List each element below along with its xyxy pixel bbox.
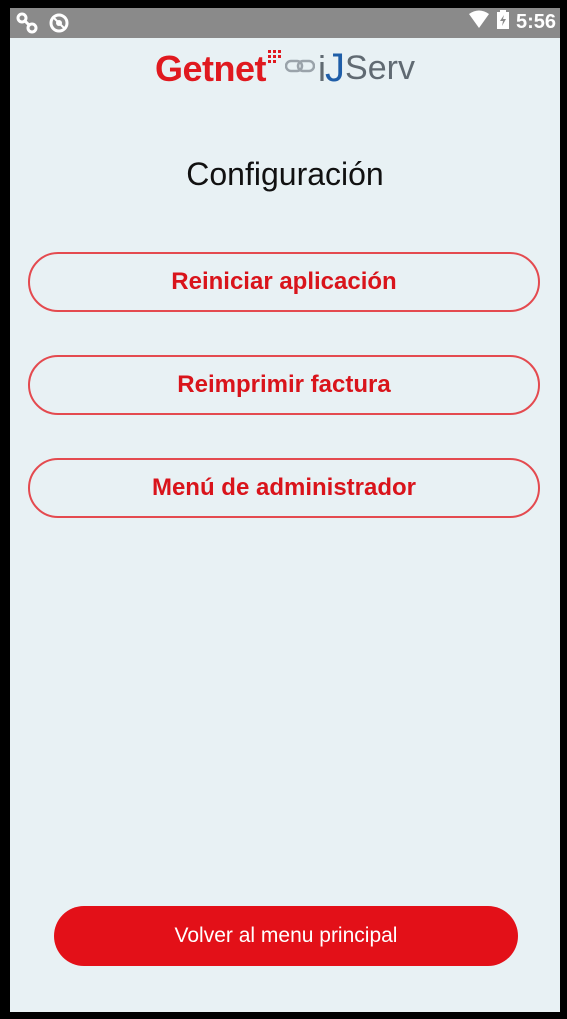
wifi-icon <box>468 10 490 35</box>
logo-getnet-text: Getnet <box>155 47 267 89</box>
brand-logo: Getnet i J Serv <box>10 46 560 91</box>
battery-icon <box>496 10 510 35</box>
logo-j-text: J <box>325 46 346 90</box>
reprint-invoice-button[interactable]: Reimprimir factura <box>28 355 540 415</box>
status-bar: 5:56 <box>10 8 560 38</box>
restart-app-button[interactable]: Reiniciar aplicación <box>28 252 540 312</box>
logo-serv-text: Serv <box>345 49 415 87</box>
back-to-main-menu-button[interactable]: Volver al menu principal <box>54 906 518 966</box>
app-screen: 5:56 Getnet i J Serv Configuración Reini… <box>10 8 560 1012</box>
block-icon <box>48 12 70 39</box>
status-time: 5:56 <box>515 11 556 33</box>
page-title: Configuración <box>186 156 384 192</box>
link-icon <box>16 12 38 39</box>
admin-menu-button[interactable]: Menú de administrador <box>28 458 540 518</box>
logo-link-icon <box>284 58 316 79</box>
status-left-icons <box>16 12 70 39</box>
status-right-icons: 5:56 <box>468 10 556 35</box>
logo-dots-icon <box>268 49 282 74</box>
